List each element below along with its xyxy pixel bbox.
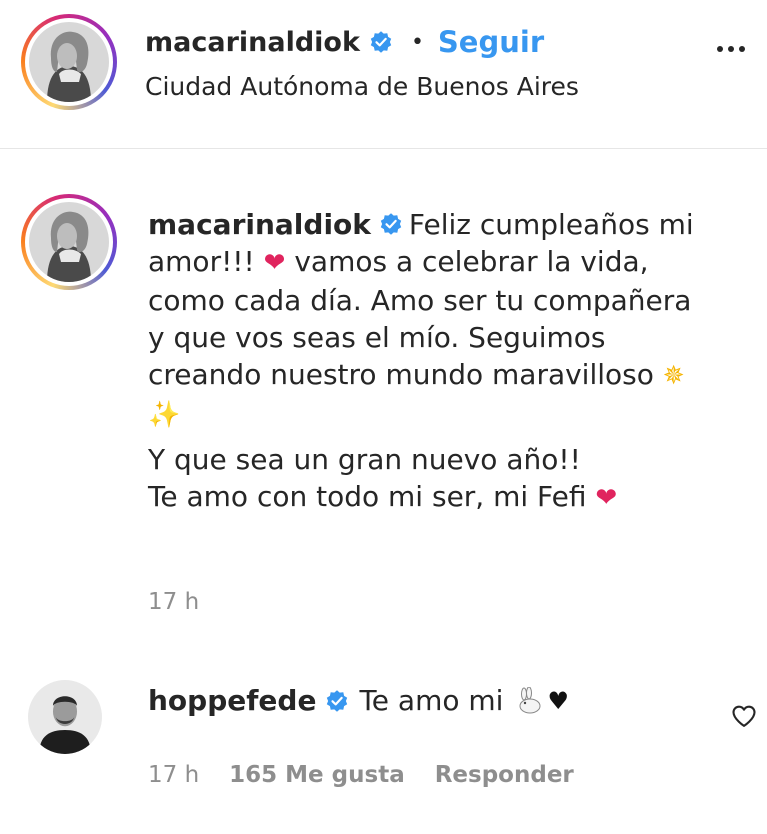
- caption-avatar[interactable]: [29, 202, 109, 282]
- caption-text-line-3: como cada día. Amo ser tu compañera: [148, 284, 692, 317]
- verified-badge-icon: [370, 31, 392, 53]
- red-heart-emoji-icon: ❤: [595, 483, 618, 513]
- comment-row: hoppefede Te amo mi ♥ 17 h 165 Me gusta …: [0, 670, 767, 810]
- caption-text-line-6: Y que sea un gran nuevo año!!: [148, 443, 581, 476]
- reply-button[interactable]: Responder: [435, 762, 574, 788]
- caption-text-line-5: creando nuestro mundo maravilloso: [148, 358, 654, 391]
- divider: [0, 148, 767, 149]
- caption-text: macarinaldiok Feliz cumpleaños mi amor!!…: [148, 206, 753, 517]
- caption-line-7: Te amo con todo mi ser, mi Fefi ❤: [148, 478, 753, 517]
- caption-line-5: creando nuestro mundo maravilloso ✵: [148, 356, 753, 395]
- heart-outline-icon[interactable]: [729, 702, 759, 730]
- caption-line-sparkles: ✨: [148, 395, 753, 434]
- post-header: macarinaldiok • Seguir Ciudad Autónoma d…: [0, 0, 767, 150]
- location-label[interactable]: Ciudad Autónoma de Buenos Aires: [145, 72, 579, 101]
- caption-text-line-4: y que vos seas el mío. Seguimos: [148, 321, 606, 354]
- follow-button[interactable]: Seguir: [438, 25, 544, 59]
- verified-badge-icon: [380, 213, 402, 235]
- dizzy-star-emoji-icon: ✵: [662, 361, 685, 391]
- caption-text-line-1: Feliz cumpleaños mi: [408, 208, 694, 241]
- caption-timestamp[interactable]: 17 h: [148, 589, 199, 615]
- comment-username[interactable]: hoppefede: [148, 684, 316, 717]
- more-options-icon[interactable]: [717, 46, 745, 52]
- caption-text-line-2b: vamos a celebrar la vida,: [294, 245, 649, 278]
- caption-line-2: amor!!! ❤ vamos a celebrar la vida,: [148, 243, 753, 282]
- comment-avatar[interactable]: [28, 680, 102, 754]
- comment-meta: 17 h 165 Me gusta Responder: [148, 762, 574, 788]
- caption-line-1: macarinaldiok Feliz cumpleaños mi: [148, 206, 753, 243]
- rabbit-emoji-icon: [519, 686, 541, 713]
- caption-story-ring[interactable]: [21, 194, 117, 290]
- sparkles-emoji-icon: ✨: [148, 400, 181, 430]
- verified-badge-icon: [327, 689, 348, 712]
- story-ring[interactable]: [21, 14, 117, 110]
- header-username[interactable]: macarinaldiok: [145, 27, 360, 58]
- black-heart-emoji-icon: ♥: [547, 686, 569, 715]
- profile-avatar[interactable]: [29, 22, 109, 102]
- comment-text: Te amo mi: [359, 684, 504, 717]
- caption-text-line-7: Te amo con todo mi ser, mi Fefi: [148, 480, 587, 513]
- red-heart-emoji-icon: ❤: [263, 248, 286, 278]
- caption-username[interactable]: macarinaldiok: [148, 208, 371, 241]
- comment-likes[interactable]: 165 Me gusta: [229, 762, 405, 788]
- separator-dot: •: [410, 29, 424, 55]
- caption-text-line-2a: amor!!!: [148, 245, 255, 278]
- comment-timestamp[interactable]: 17 h: [148, 762, 199, 788]
